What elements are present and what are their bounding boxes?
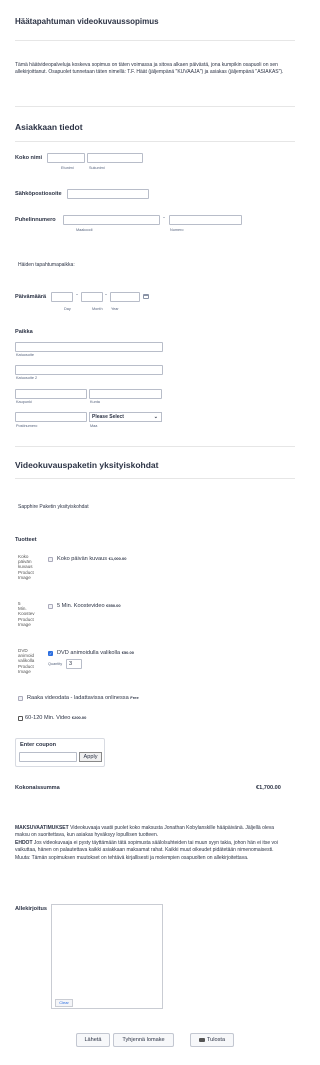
full-name-label: Koko nimi xyxy=(15,155,43,161)
county-input[interactable] xyxy=(89,389,162,399)
product-name: DVD animoidulla valikolla €50.00 xyxy=(57,650,134,656)
product-price: €1,000.00 xyxy=(108,556,127,561)
street-sublabel: Katuosoite xyxy=(16,353,34,357)
product-checkbox[interactable] xyxy=(48,604,53,609)
print-label: Tulosta xyxy=(206,1037,226,1043)
divider xyxy=(15,141,295,142)
last-name-sublabel: Sukunimi xyxy=(89,166,105,170)
first-name-input[interactable] xyxy=(47,153,85,163)
divider xyxy=(15,446,295,447)
quantity-label: Quantity xyxy=(48,662,63,666)
year-sublabel: Year xyxy=(111,307,119,311)
phone-area-input[interactable] xyxy=(63,215,160,225)
country-sublabel: Maa xyxy=(90,424,98,428)
phone-dash: - xyxy=(163,215,165,221)
street2-input[interactable] xyxy=(15,365,163,375)
city-input[interactable] xyxy=(15,389,87,399)
chevron-down-icon: ⌄ xyxy=(153,414,158,420)
month-input[interactable] xyxy=(81,292,103,302)
coupon-label: Enter coupon xyxy=(20,742,57,748)
date-dash-1: - xyxy=(76,292,78,298)
quantity-input[interactable]: 3 xyxy=(66,659,82,669)
product-price: €550.00 xyxy=(106,603,121,608)
product-image: 5 Min. Koostev Product Image xyxy=(18,601,35,627)
product-price: €200.00 xyxy=(71,715,87,720)
city-sublabel: Kaupunki xyxy=(16,400,32,404)
print-button[interactable]: Tulosta xyxy=(190,1033,234,1047)
area-code-sublabel: Maakoodi xyxy=(76,228,93,232)
product-checkbox[interactable] xyxy=(18,696,23,701)
place-label: Paikka xyxy=(15,329,33,335)
product-price: Free xyxy=(130,695,139,700)
divider xyxy=(15,478,295,479)
product-name: 60-120 Min. Video €200.00 xyxy=(25,715,87,721)
date-dash-2: - xyxy=(105,292,107,298)
wedding-place-question: Häiden tapahtumapaikka: xyxy=(18,262,75,268)
postcode-sublabel: Postinumero xyxy=(16,424,38,428)
year-input[interactable] xyxy=(110,292,140,302)
product-checkbox[interactable] xyxy=(48,651,53,656)
day-input[interactable] xyxy=(51,292,73,302)
product-name: Koko päivän kuvaus €1,000.00 xyxy=(57,556,127,562)
terms-text-body: Jos videokuvaaja ei pysty täyttämään tät… xyxy=(15,839,278,861)
terms-text: MAKSUVAATIMUKSET Videokuvaaja vaatii puo… xyxy=(15,825,287,862)
products-label: Tuotteet xyxy=(15,537,37,543)
postcode-input[interactable] xyxy=(15,412,87,422)
coupon-box: Enter coupon Apply xyxy=(15,738,105,767)
product-image: DVD animoid valikolla Product Image xyxy=(18,648,35,674)
date-label: Päivämäärä xyxy=(15,294,47,300)
product-image: Koko päivän kuvaus Product Image xyxy=(18,554,34,580)
divider xyxy=(15,106,295,107)
product-checkbox[interactable] xyxy=(18,716,23,721)
country-select[interactable]: Please Select ⌄ xyxy=(89,412,162,422)
first-name-sublabel: Etunimi xyxy=(61,166,74,170)
form-title: Häätapahtuman videokuvaussopimus xyxy=(15,17,159,26)
terms-title: EHDOT xyxy=(15,839,33,846)
payment-title: MAKSUVAATIMUKSET xyxy=(15,825,69,831)
country-select-value: Please Select xyxy=(92,414,124,420)
divider xyxy=(15,40,295,41)
last-name-input[interactable] xyxy=(87,153,143,163)
street2-sublabel: Katuosoite 2 xyxy=(16,376,38,380)
product-checkbox[interactable] xyxy=(48,557,53,562)
number-sublabel: Numero xyxy=(170,228,184,232)
phone-number-input[interactable] xyxy=(169,215,242,225)
email-label: Sähköpostiosoite xyxy=(15,191,62,197)
reset-button[interactable]: Tyhjennä lomake xyxy=(113,1033,174,1047)
signature-clear-button[interactable]: Clear xyxy=(55,999,73,1007)
package-details-text: Sapphire Paketin yksityiskohdat xyxy=(18,504,89,510)
product-name: 5 Min. Koostevideo €550.00 xyxy=(57,603,121,609)
calendar-icon[interactable] xyxy=(143,294,149,299)
product-price: €50.00 xyxy=(121,650,134,655)
email-input[interactable] xyxy=(67,189,149,199)
product-name: Raaka videodata - ladattavissa onlinessa… xyxy=(27,695,139,701)
client-section-heading: Asiakkaan tiedot xyxy=(15,122,83,132)
day-sublabel: Day xyxy=(64,307,71,311)
street-input[interactable] xyxy=(15,342,163,352)
total-value: €1,700.00 xyxy=(256,785,281,791)
month-sublabel: Month xyxy=(92,307,103,311)
package-section-heading: Videokuvauspaketin yksityiskohdat xyxy=(15,460,159,470)
county-sublabel: Kunta xyxy=(90,400,100,404)
signature-pad[interactable]: Clear xyxy=(51,904,163,1009)
printer-icon xyxy=(198,1037,205,1042)
total-label: Kokonaissumma xyxy=(15,785,60,791)
phone-label: Puhelinnumero xyxy=(15,217,56,223)
submit-button[interactable]: Lähetä xyxy=(76,1033,110,1047)
intro-text: Tämä häätvideopalveluja koskeva sopimus … xyxy=(15,62,284,76)
coupon-input[interactable] xyxy=(19,752,77,762)
signature-label: Allekirjoitus xyxy=(15,906,48,912)
coupon-apply-button[interactable]: Apply xyxy=(79,752,102,762)
